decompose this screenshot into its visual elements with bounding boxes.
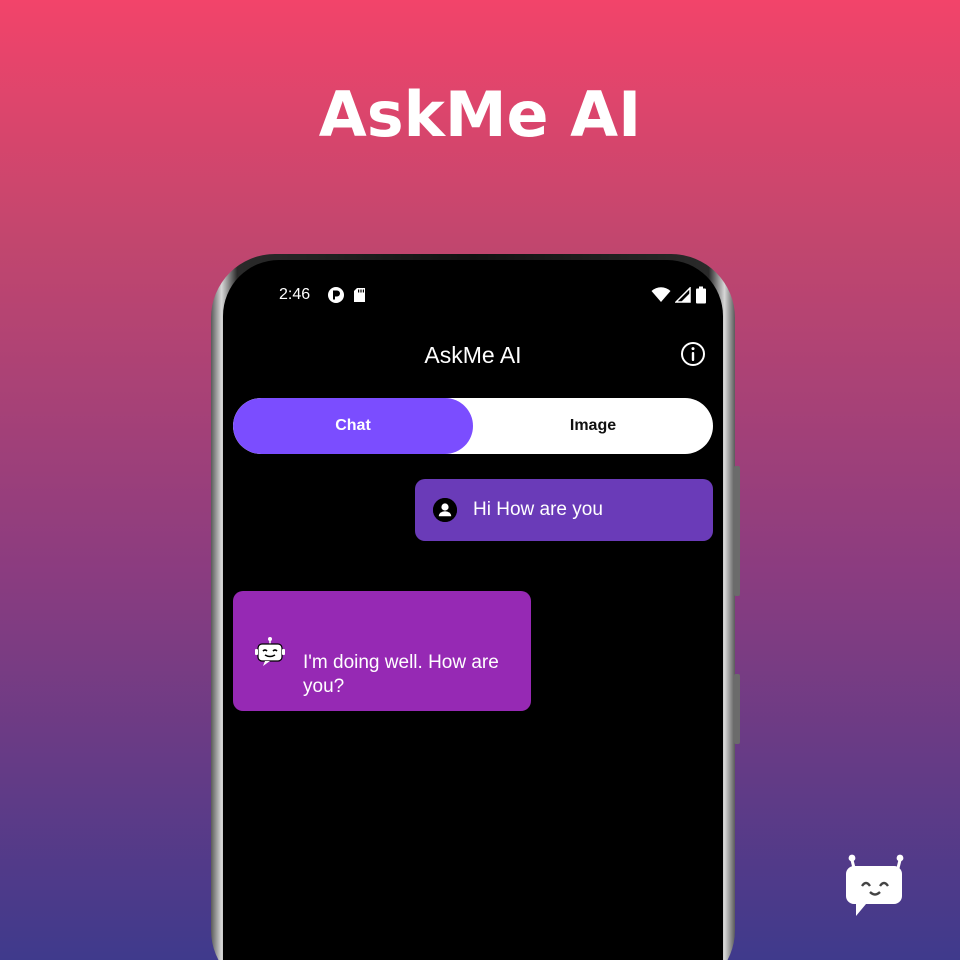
info-icon[interactable] [679,340,707,368]
robot-icon [255,637,285,666]
user-avatar-icon [433,498,457,522]
battery-icon [696,286,706,304]
notification-app-icon [328,287,344,303]
app-title: AskMe AI [424,342,522,368]
phone-side-button [734,466,740,596]
bot-message-text: I'm doing well. How are you? [303,652,499,697]
status-bar: 2:46 [223,284,723,306]
promo-title: AskMe AI [318,78,642,151]
app-bar: AskMe AI [223,338,723,374]
user-message-bubble: Hi How are you [415,479,713,541]
phone-frame: 2:46 AskMe AI Chat Image Hi How are you … [211,254,740,960]
status-time: 2:46 [279,286,311,303]
sd-card-icon [354,288,365,302]
robot-logo-icon [846,854,904,916]
user-message-text: Hi How are you [473,499,603,520]
tab-chat[interactable]: Chat [233,398,473,454]
phone-screen: 2:46 AskMe AI Chat Image Hi How are you … [223,260,723,960]
phone-side-button [734,674,740,744]
mode-segmented-control: Chat Image [233,398,713,454]
cell-signal-icon [675,287,691,303]
tab-image[interactable]: Image [473,398,713,454]
bot-message-bubble: I'm doing well. How are you? [233,591,531,711]
wifi-icon [651,287,671,302]
